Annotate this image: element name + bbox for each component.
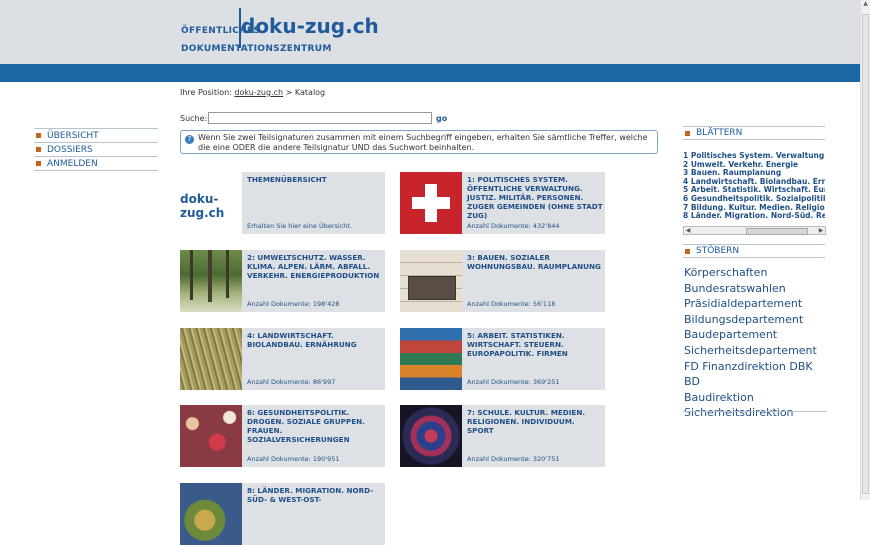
tile-title: 1: POLITISCHES SYSTEM. ÖFFENTLICHE VERWA…: [467, 175, 603, 220]
blaettern-hscrollbar[interactable]: ◀ ▶: [683, 226, 826, 235]
stoebern-divider: [683, 411, 826, 412]
nav-label: DOSSIERS: [47, 144, 93, 155]
tile-2-umwelt[interactable]: 2: UMWELTSCHUTZ. WASSER. KLIMA. ALPEN. L…: [180, 250, 385, 312]
nav-item-anmelden[interactable]: ANMELDEN: [34, 157, 158, 171]
bullet-icon: [36, 147, 41, 152]
tile-image-globe: [180, 483, 242, 545]
logo-left-text: ÖFFENTLICHES: [181, 26, 261, 36]
search-label: Suche:: [180, 114, 208, 123]
nav-item-uebersicht[interactable]: ÜBERSICHT: [34, 128, 158, 143]
logo-subtitle: DOKUMENTATIONSZENTRUM: [181, 44, 332, 54]
stoebern-list: Körperschaften Bundesratswahlen Präsidia…: [684, 265, 826, 421]
stoebern-title: STÖBERN: [696, 246, 740, 256]
bullet-icon: [685, 130, 690, 136]
tile-title: THEMENÜBERSICHT: [247, 175, 327, 184]
tile-3-bauen[interactable]: 3: BAUEN. SOZIALER WOHNUNGSBAU. RAUMPLAN…: [400, 250, 605, 312]
tile-title: 4: LANDWIRTSCHAFT. BIOLANDBAU. ERNÄHRUNG: [247, 331, 357, 349]
stoebern-item[interactable]: Baudepartement: [684, 327, 826, 343]
tile-image-forest: [180, 250, 242, 312]
stoebern-item[interactable]: Sicherheitsdirektion: [684, 405, 826, 421]
blaettern-title: BLÄTTERN: [696, 128, 743, 138]
breadcrumb-prefix: Ihre Position:: [180, 88, 232, 97]
breadcrumb-home-link[interactable]: doku-zug.ch: [234, 88, 283, 97]
tile-6-gesundheit[interactable]: 6: GESUNDHEITSPOLITIK. DROGEN. SOZIALE G…: [180, 405, 385, 467]
tile-count: Anzahl Dokumente: 190'951: [247, 455, 340, 463]
tile-count: Anzahl Dokumente: 56'118: [467, 300, 556, 308]
stoebern-item[interactable]: Bildungsdepartement: [684, 312, 826, 328]
stoebern-item[interactable]: Körperschaften: [684, 265, 826, 281]
tile-count: Erhalten Sie hier eine Übersicht.: [247, 222, 353, 230]
logo-brand: doku-zug.ch: [241, 14, 379, 38]
tile-count: Anzahl Dokumente: 369'251: [467, 378, 560, 386]
tile-image-bricks: [400, 250, 462, 312]
search-input[interactable]: [208, 112, 432, 124]
bullet-icon: [36, 161, 41, 166]
tile-image-crowd: [180, 405, 242, 467]
tile-title: 2: UMWELTSCHUTZ. WASSER. KLIMA. ALPEN. L…: [247, 253, 380, 280]
tile-5-arbeit[interactable]: 5: ARBEIT. STATISTIKEN. WIRTSCHAFT. STEU…: [400, 328, 605, 390]
help-icon: ?: [185, 135, 194, 144]
stoebern-header: STÖBERN: [683, 244, 825, 258]
tile-count: Anzahl Dokumente: 198'428: [247, 300, 340, 308]
header-bar: [0, 64, 860, 82]
tile-logo-text: doku-zug.ch: [180, 192, 225, 220]
blaettern-header: BLÄTTERN: [683, 126, 825, 140]
breadcrumb: Ihre Position: doku-zug.ch > Katalog: [180, 88, 325, 97]
tile-1-politik[interactable]: 1: POLITISCHES SYSTEM. ÖFFENTLICHE VERWA…: [400, 172, 605, 234]
tile-title: 6: GESUNDHEITSPOLITIK. DROGEN. SOZIALE G…: [247, 408, 365, 444]
tile-image-containers: [400, 328, 462, 390]
tile-title: 3: BAUEN. SOZIALER WOHNUNGSBAU. RAUMPLAN…: [467, 253, 601, 271]
tile-8-laender[interactable]: 8: LÄNDER. MIGRATION. NORD-SÜD- & WEST-O…: [180, 483, 385, 545]
breadcrumb-current: Katalog: [294, 88, 326, 97]
stoebern-item[interactable]: Baudirektion: [684, 390, 826, 406]
hscroll-thumb[interactable]: [746, 228, 808, 235]
search-form: Suche: go: [180, 112, 447, 124]
info-box: ? Wenn Sie zwei Teilsignaturen zusammen …: [180, 130, 658, 154]
tile-title: 8: LÄNDER. MIGRATION. NORD-SÜD- & WEST-O…: [247, 486, 374, 504]
bullet-icon: [685, 248, 690, 254]
scroll-thumb[interactable]: [862, 14, 869, 494]
tile-count: Anzahl Dokumente: 320'751: [467, 455, 560, 463]
breadcrumb-sep: >: [285, 88, 293, 97]
blaettern-list: 1 Politisches System. Verwaltung. J 2 Um…: [683, 152, 825, 221]
stoebern-item[interactable]: Bundesratswahlen: [684, 281, 826, 297]
tile-image-rose-window: [400, 405, 462, 467]
stoebern-item[interactable]: FD Finanzdirektion DBK BD: [684, 359, 826, 390]
scroll-right-icon[interactable]: ▶: [817, 227, 825, 234]
tile-themenuebersicht[interactable]: doku-zug.ch THEMENÜBERSICHT Erhalten Sie…: [180, 172, 385, 234]
search-go-button[interactable]: go: [436, 114, 447, 123]
tile-image-wheat: [180, 328, 242, 390]
info-text: Wenn Sie zwei Teilsignaturen zusammen mi…: [198, 133, 648, 152]
stoebern-item[interactable]: Präsidialdepartement: [684, 296, 826, 312]
nav-label: ANMELDEN: [47, 158, 98, 169]
tile-4-landwirtschaft[interactable]: 4: LANDWIRTSCHAFT. BIOLANDBAU. ERNÄHRUNG…: [180, 328, 385, 390]
stoebern-item[interactable]: Sicherheitsdepartement: [684, 343, 826, 359]
scroll-left-icon[interactable]: ◀: [684, 227, 692, 234]
tile-title: 7: SCHULE. KULTUR. MEDIEN. RELIGIONEN. I…: [467, 408, 586, 435]
left-nav: ÜBERSICHT DOSSIERS ANMELDEN: [34, 128, 158, 171]
page-header: [0, 0, 860, 64]
tile-logo-image: doku-zug.ch: [180, 172, 242, 234]
tile-title: 5: ARBEIT. STATISTIKEN. WIRTSCHAFT. STEU…: [467, 331, 568, 358]
tile-image-swiss-flag: [400, 172, 462, 234]
nav-label: ÜBERSICHT: [47, 130, 99, 141]
tile-count: Anzahl Dokumente: 86'997: [247, 378, 336, 386]
scroll-up-icon[interactable]: ▲: [861, 0, 870, 10]
blaettern-item[interactable]: 8 Länder. Migration. Nord-Süd. Rei: [683, 212, 825, 221]
tile-7-schule[interactable]: 7: SCHULE. KULTUR. MEDIEN. RELIGIONEN. I…: [400, 405, 605, 467]
tile-count: Anzahl Dokumente: 432'844: [467, 222, 560, 230]
bullet-icon: [36, 133, 41, 138]
nav-item-dossiers[interactable]: DOSSIERS: [34, 143, 158, 157]
